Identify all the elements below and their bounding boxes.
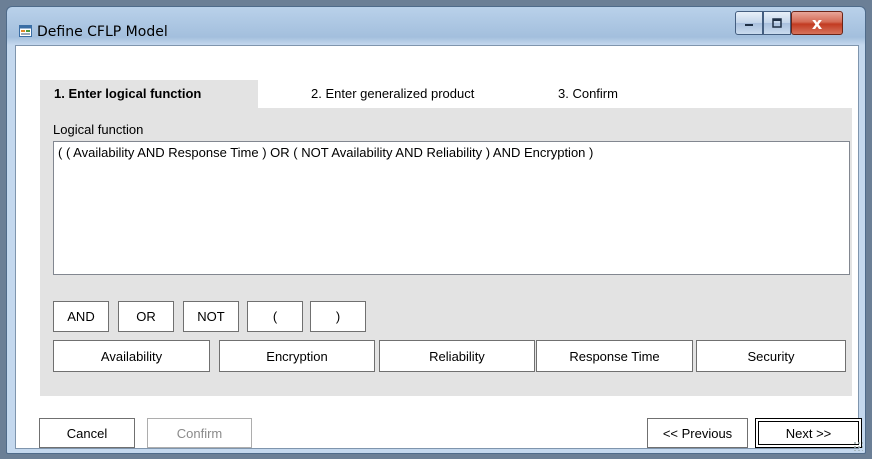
previous-button[interactable]: << Previous — [647, 418, 748, 448]
attribute-security-button[interactable]: Security — [696, 340, 846, 372]
attribute-encryption-button[interactable]: Encryption — [219, 340, 375, 372]
minimize-icon — [745, 24, 753, 26]
close-paren-button[interactable]: ) — [310, 301, 366, 332]
close-button[interactable]: x — [791, 11, 843, 35]
logical-function-label: Logical function — [53, 122, 144, 137]
minimize-button[interactable] — [735, 11, 763, 35]
tab-confirm[interactable]: 3. Confirm — [558, 80, 618, 108]
window-title: Define CFLP Model — [37, 24, 168, 40]
tab-enter-generalized-product[interactable]: 2. Enter generalized product — [311, 80, 474, 108]
tab-panel-logical-function: Logical function ( ( Availability AND Re… — [40, 108, 852, 396]
next-button[interactable]: Next >> — [755, 418, 862, 448]
logical-function-textbox[interactable]: ( ( Availability AND Response Time ) OR … — [53, 141, 850, 275]
or-button[interactable]: OR — [118, 301, 174, 332]
open-paren-button[interactable]: ( — [247, 301, 303, 332]
form-icon — [19, 25, 32, 37]
confirm-button[interactable]: Confirm — [147, 418, 252, 448]
resize-grip[interactable] — [853, 441, 863, 451]
cancel-button[interactable]: Cancel — [39, 418, 135, 448]
maximize-button[interactable] — [763, 11, 791, 35]
tab-enter-logical-function[interactable]: 1. Enter logical function — [40, 80, 258, 108]
title-bar[interactable]: Define CFLP Model x — [7, 7, 865, 45]
attribute-availability-button[interactable]: Availability — [53, 340, 210, 372]
and-button[interactable]: AND — [53, 301, 109, 332]
maximize-icon — [772, 18, 782, 28]
attribute-reliability-button[interactable]: Reliability — [379, 340, 535, 372]
close-icon: x — [811, 13, 823, 33]
attribute-response-time-button[interactable]: Response Time — [536, 340, 693, 372]
dialog-client-area: 1. Enter logical function 2. Enter gener… — [15, 45, 862, 449]
not-button[interactable]: NOT — [183, 301, 239, 332]
dialog-window: Define CFLP Model x 1. Enter logical fun… — [6, 6, 866, 454]
